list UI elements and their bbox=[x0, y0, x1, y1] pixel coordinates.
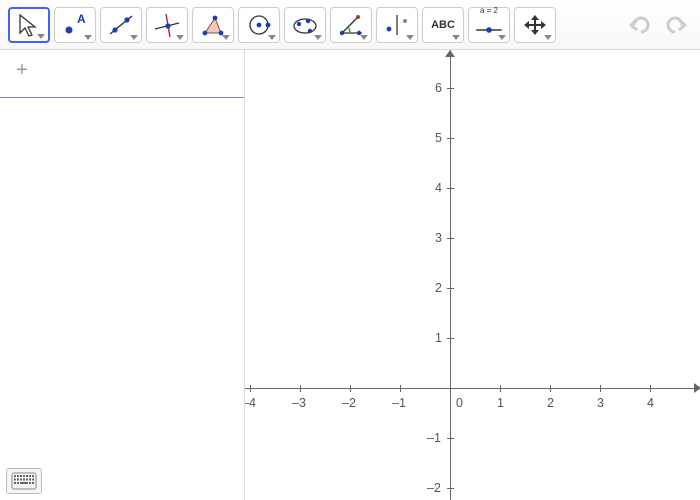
tick-label: 6 bbox=[435, 81, 442, 95]
tick-label: 2 bbox=[547, 396, 554, 410]
tick-label: 2 bbox=[435, 281, 442, 295]
graphics-view[interactable]: –4 –3 –2 –1 0 1 2 3 4 1 2 3 4 5 6 –1 –2 bbox=[245, 50, 700, 500]
x-axis-arrow bbox=[694, 383, 700, 393]
move-tool[interactable] bbox=[8, 7, 50, 43]
tick-label: 1 bbox=[435, 331, 442, 345]
tick-label: 1 bbox=[497, 396, 504, 410]
tick-label: –2 bbox=[427, 481, 441, 495]
move-view-tool[interactable] bbox=[514, 7, 556, 43]
tick-label: 3 bbox=[435, 231, 442, 245]
svg-text:A: A bbox=[77, 12, 86, 26]
circle-tool[interactable] bbox=[238, 7, 280, 43]
slider-tool-label: a = 2 bbox=[480, 6, 498, 15]
y-axis-arrow bbox=[445, 50, 455, 57]
algebra-view[interactable]: + bbox=[0, 50, 245, 500]
add-input-button[interactable]: + bbox=[8, 58, 36, 82]
tick-label: 0 bbox=[456, 396, 463, 410]
virtual-keyboard-button[interactable] bbox=[6, 468, 42, 494]
ellipse-tool[interactable] bbox=[284, 7, 326, 43]
y-axis bbox=[450, 50, 451, 500]
reflect-tool[interactable] bbox=[376, 7, 418, 43]
toolbar: A ABC a = 2 bbox=[0, 0, 700, 50]
text-tool-label: ABC bbox=[431, 19, 455, 31]
tick-label: –4 bbox=[245, 396, 256, 410]
polygon-tool[interactable] bbox=[192, 7, 234, 43]
x-axis bbox=[245, 388, 700, 389]
algebra-input-row: + bbox=[0, 50, 244, 98]
redo-button[interactable] bbox=[658, 10, 692, 40]
undo-button[interactable] bbox=[624, 10, 658, 40]
perpendicular-tool[interactable] bbox=[146, 7, 188, 43]
line-tool[interactable] bbox=[100, 7, 142, 43]
tick-label: 5 bbox=[435, 131, 442, 145]
tick-label: –2 bbox=[342, 396, 356, 410]
slider-tool[interactable]: a = 2 bbox=[468, 7, 510, 43]
tick-label: –1 bbox=[392, 396, 406, 410]
tick-label: –1 bbox=[427, 431, 441, 445]
tick-label: 3 bbox=[597, 396, 604, 410]
keyboard-icon bbox=[11, 472, 37, 490]
text-tool[interactable]: ABC bbox=[422, 7, 464, 43]
tick-label: 4 bbox=[435, 181, 442, 195]
point-tool[interactable]: A bbox=[54, 7, 96, 43]
tick-label: –3 bbox=[292, 396, 306, 410]
workspace: + –4 –3 –2 –1 0 1 2 3 4 1 2 3 4 5 6 –1 –… bbox=[0, 50, 700, 500]
angle-tool[interactable] bbox=[330, 7, 372, 43]
tick-label: 4 bbox=[647, 396, 654, 410]
